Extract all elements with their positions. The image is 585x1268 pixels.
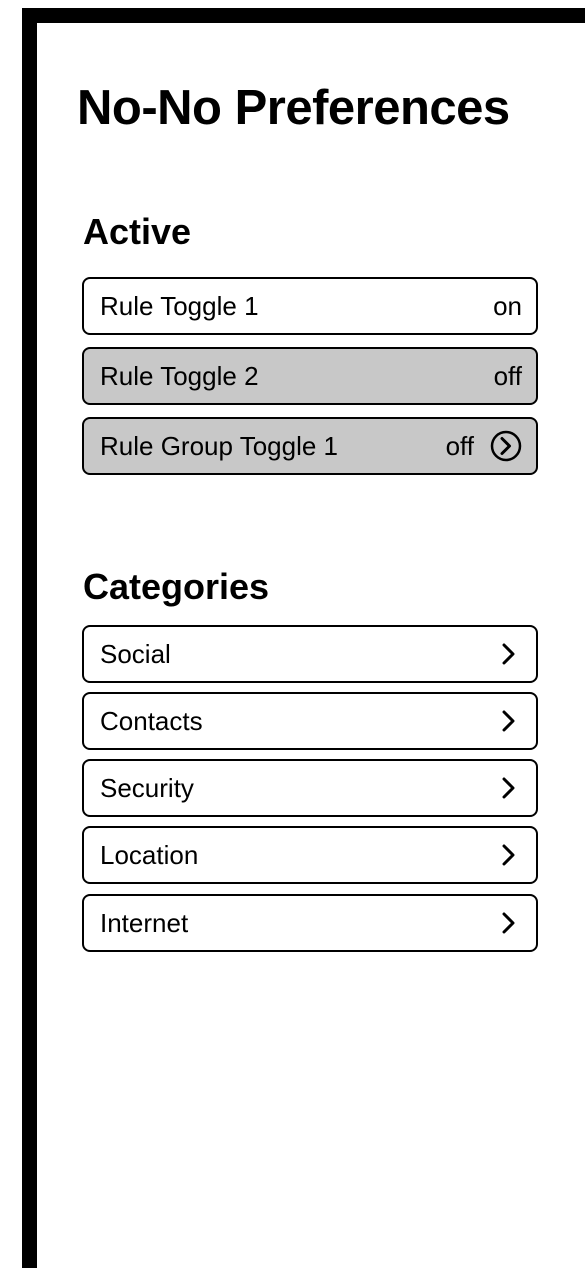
rule-group-toggle-1[interactable]: Rule Group Toggle 1 off [82, 417, 538, 475]
rule-group-toggle-1-state: off [445, 431, 474, 461]
chevron-right-icon [498, 909, 520, 937]
rule-toggle-2-state: off [493, 361, 522, 391]
rule-toggle-1-label: Rule Toggle 1 [100, 291, 259, 321]
category-internet-label: Internet [100, 908, 189, 938]
category-location[interactable]: Location [82, 826, 538, 884]
category-contacts[interactable]: Contacts [82, 692, 538, 750]
chevron-right-icon [498, 774, 520, 802]
chevron-circle-right-icon[interactable] [490, 430, 522, 462]
categories-section-heading: Categories [83, 566, 270, 607]
rule-toggle-2-label: Rule Toggle 2 [100, 361, 259, 391]
category-security[interactable]: Security [82, 759, 538, 817]
category-contacts-label: Contacts [100, 706, 203, 736]
chevron-right-icon [498, 841, 520, 869]
category-social-label: Social [100, 639, 171, 669]
category-location-label: Location [100, 840, 199, 870]
chevron-right-icon [498, 640, 520, 668]
rule-toggle-1[interactable]: Rule Toggle 1 on [82, 277, 538, 335]
rule-group-toggle-1-label: Rule Group Toggle 1 [100, 431, 339, 461]
rule-toggle-2[interactable]: Rule Toggle 2 off [82, 347, 538, 405]
active-section-heading: Active [83, 211, 192, 252]
page-title: No-No Preferences [77, 81, 510, 135]
rule-toggle-1-state: on [493, 291, 522, 321]
chevron-right-icon [498, 707, 520, 735]
category-security-label: Security [100, 773, 194, 803]
category-internet[interactable]: Internet [82, 894, 538, 952]
category-social[interactable]: Social [82, 625, 538, 683]
